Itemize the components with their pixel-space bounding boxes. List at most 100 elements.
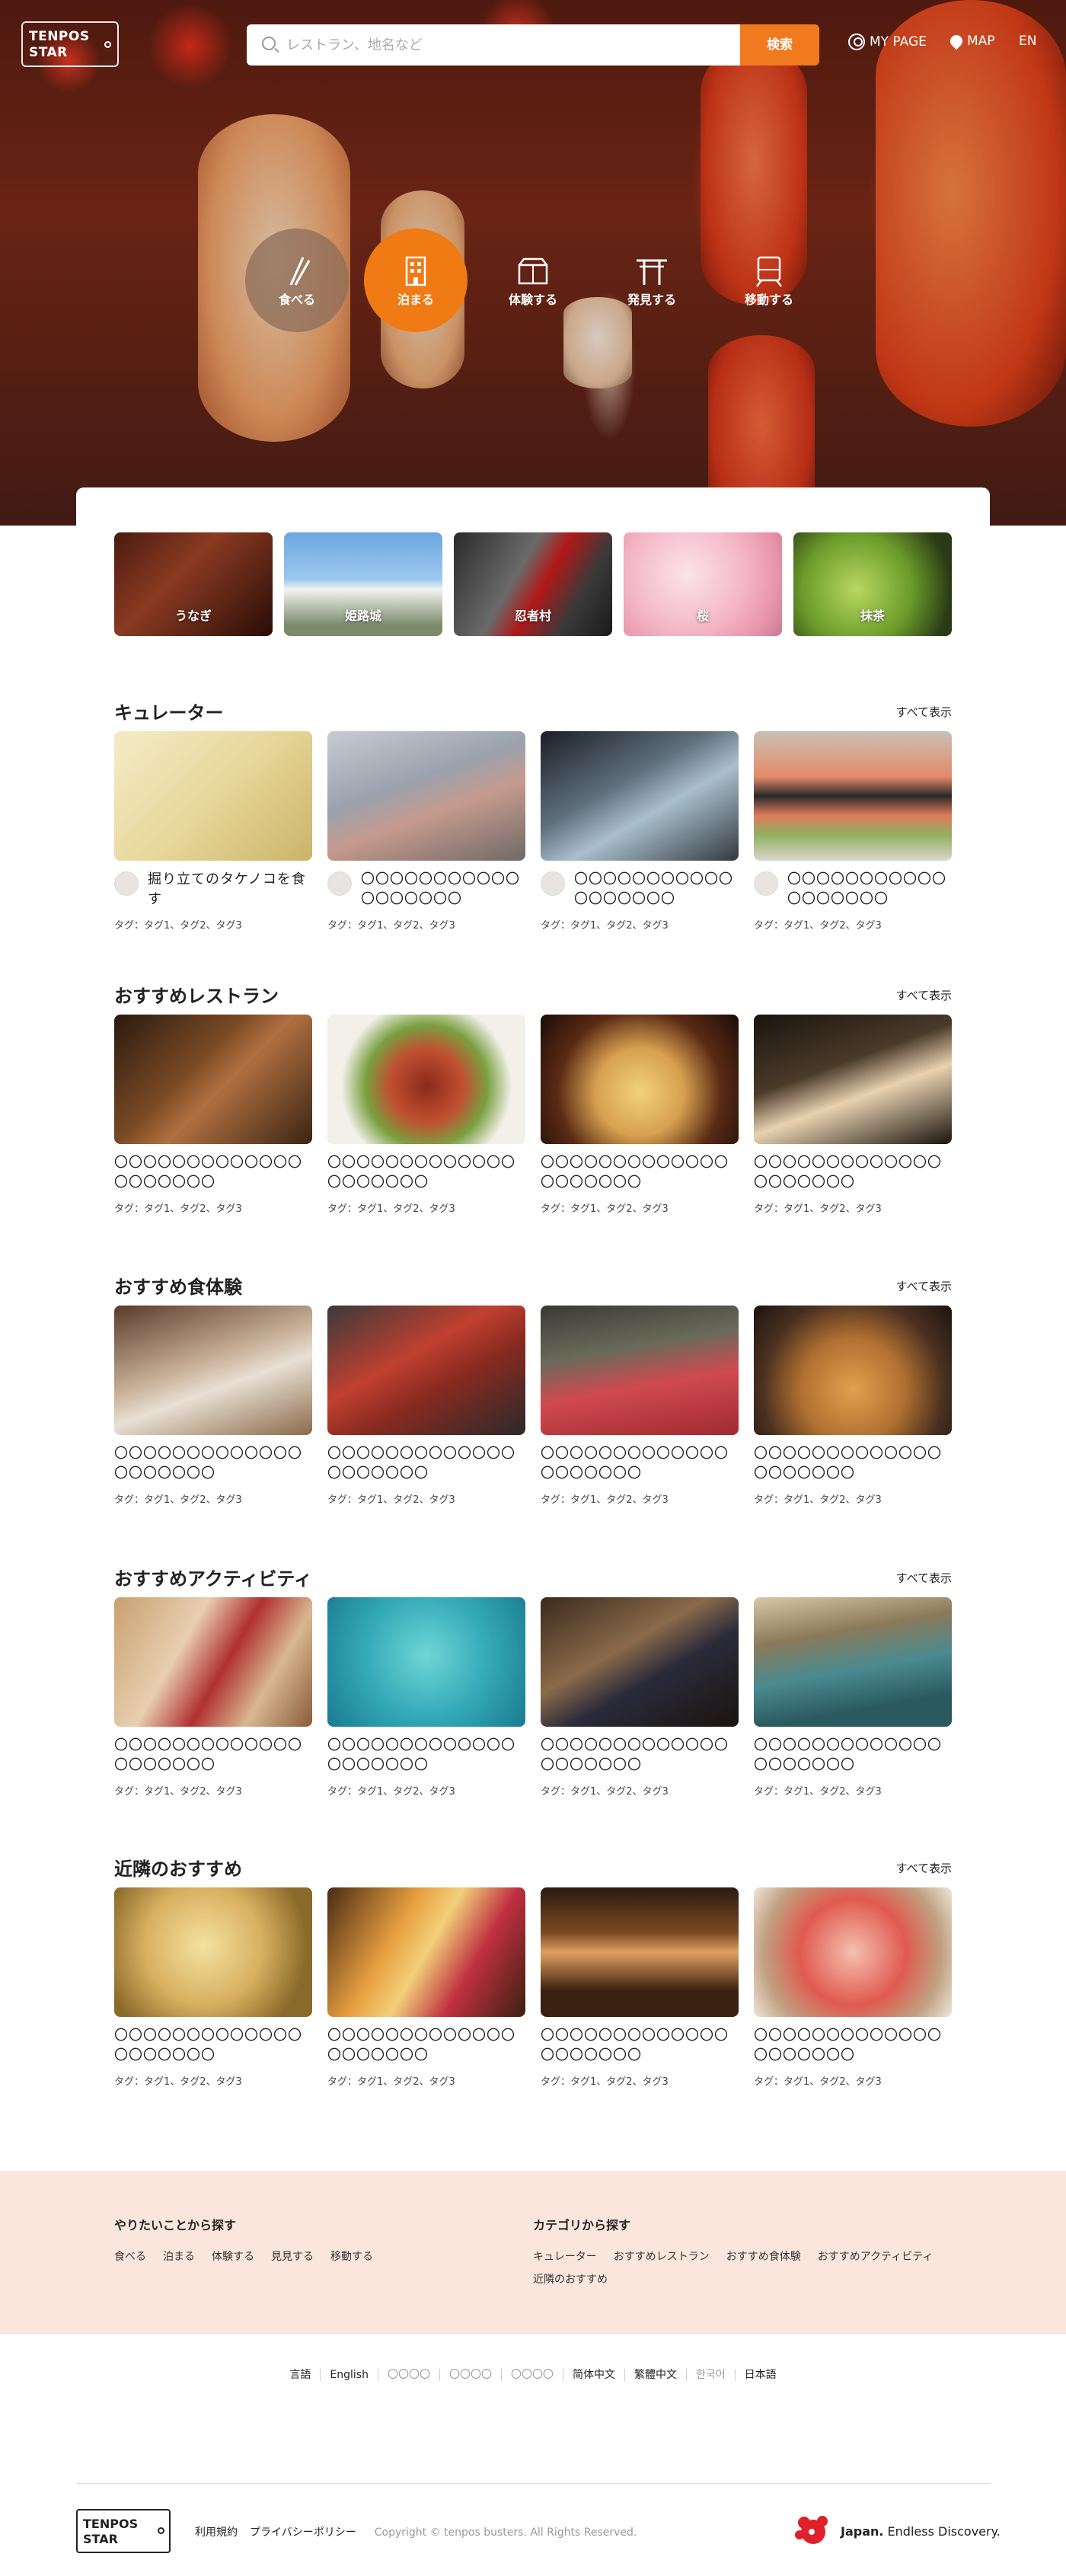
card-tags: タグ：タグ1、タグ2、タグ3 bbox=[541, 920, 669, 932]
category-discover-button[interactable]: 発見する bbox=[600, 229, 704, 332]
footer-logo[interactable]: TENPOS STAR bbox=[76, 2509, 171, 2553]
section-title: 近隣のおすすめ bbox=[114, 1858, 242, 1880]
torii-gate-icon bbox=[637, 259, 667, 285]
language-option[interactable]: 繁體中文 bbox=[624, 2369, 686, 2381]
card-image bbox=[541, 1306, 739, 1435]
footer-link[interactable]: 泊まる bbox=[163, 2251, 195, 2263]
language-option[interactable]: 简体中文 bbox=[562, 2369, 624, 2381]
footer-navigation: やりたいことから探す 食べる 泊まる 体験する 見見する 移動する カテゴリから探す キ… bbox=[0, 2171, 1066, 2334]
section-title: おすすめレストラン bbox=[114, 986, 279, 1007]
nearby-card[interactable]: 〇〇〇〇〇〇〇〇〇〇〇〇〇〇〇〇〇〇〇〇 タグ：タグ1、タグ2、タグ3 bbox=[754, 1887, 952, 2088]
see-all-link[interactable]: すべて表示 bbox=[896, 987, 952, 1003]
curator-avatar bbox=[754, 871, 778, 896]
hotel-building-icon bbox=[405, 256, 426, 286]
terms-link[interactable]: 利用規約 bbox=[195, 2526, 238, 2539]
card-image bbox=[114, 1306, 312, 1435]
nearby-card[interactable]: 〇〇〇〇〇〇〇〇〇〇〇〇〇〇〇〇〇〇〇〇 タグ：タグ1、タグ2、タグ3 bbox=[541, 1887, 739, 2088]
footer-link[interactable]: 見見する bbox=[271, 2251, 314, 2263]
card-tags: タグ：タグ1、タグ2、タグ3 bbox=[114, 2076, 242, 2088]
category-move-button[interactable]: 移動する bbox=[717, 229, 821, 332]
card-image bbox=[327, 1597, 525, 1727]
card-tags: タグ：タグ1、タグ2、タグ3 bbox=[327, 1203, 455, 1215]
activity-card[interactable]: 〇〇〇〇〇〇〇〇〇〇〇〇〇〇〇〇〇〇〇〇 タグ：タグ1、タグ2、タグ3 bbox=[754, 1597, 952, 1798]
card-tags: タグ：タグ1、タグ2、タグ3 bbox=[114, 920, 242, 932]
footer-link[interactable]: 移動する bbox=[330, 2251, 373, 2263]
footer-link[interactable]: おすすめレストラン bbox=[614, 2251, 710, 2263]
activity-card[interactable]: 〇〇〇〇〇〇〇〇〇〇〇〇〇〇〇〇〇〇〇〇 タグ：タグ1、タグ2、タグ3 bbox=[541, 1597, 739, 1798]
curator-avatar bbox=[327, 871, 352, 896]
see-all-link[interactable]: すべて表示 bbox=[896, 1860, 952, 1876]
footer-link[interactable]: キュレーター bbox=[533, 2251, 597, 2263]
card-image bbox=[541, 731, 739, 861]
restaurant-card[interactable]: 〇〇〇〇〇〇〇〇〇〇〇〇〇〇〇〇〇〇〇〇 タグ：タグ1、タグ2、タグ3 bbox=[114, 1015, 312, 1215]
category-stay-button[interactable]: 泊まる bbox=[364, 229, 468, 332]
card-image bbox=[754, 1887, 952, 2017]
experience-card[interactable]: 〇〇〇〇〇〇〇〇〇〇〇〇〇〇〇〇〇〇〇〇 タグ：タグ1、タグ2、タグ3 bbox=[754, 1306, 952, 1506]
curator-card[interactable]: 掘り立てのタケノコを食す タグ：タグ1、タグ2、タグ3 bbox=[114, 731, 312, 932]
footer-link[interactable]: 近隣のおすすめ bbox=[533, 2274, 608, 2286]
card-tags: タグ：タグ1、タグ2、タグ3 bbox=[754, 2076, 882, 2088]
footer-link[interactable]: 食べる bbox=[114, 2251, 146, 2263]
privacy-link[interactable]: プライバシーポリシー bbox=[250, 2526, 356, 2539]
activity-card[interactable]: 〇〇〇〇〇〇〇〇〇〇〇〇〇〇〇〇〇〇〇〇 タグ：タグ1、タグ2、タグ3 bbox=[114, 1597, 312, 1798]
feature-card[interactable]: 桜 bbox=[624, 532, 782, 636]
search-input[interactable] bbox=[286, 32, 728, 58]
footer-link[interactable]: おすすめ食体験 bbox=[726, 2251, 801, 2263]
language-selector: 言語 English 〇〇〇〇 〇〇〇〇 〇〇〇〇 简体中文 繁體中文 한국어 日本語 bbox=[0, 2369, 1066, 2381]
experience-card[interactable]: 〇〇〇〇〇〇〇〇〇〇〇〇〇〇〇〇〇〇〇〇 タグ：タグ1、タグ2、タグ3 bbox=[541, 1306, 739, 1506]
section-activities: おすすめアクティビティ すべて表示 〇〇〇〇〇〇〇〇〇〇〇〇〇〇〇〇〇〇〇〇 タ… bbox=[114, 1564, 952, 1807]
card-image bbox=[327, 1306, 525, 1435]
curator-card[interactable]: 〇〇〇〇〇〇〇〇〇〇〇〇〇〇〇〇〇〇 タグ：タグ1、タグ2、タグ3 bbox=[541, 731, 739, 932]
language-option[interactable]: 〇〇〇〇 bbox=[439, 2369, 501, 2381]
nearby-card[interactable]: 〇〇〇〇〇〇〇〇〇〇〇〇〇〇〇〇〇〇〇〇 タグ：タグ1、タグ2、タグ3 bbox=[114, 1887, 312, 2088]
curator-card[interactable]: 〇〇〇〇〇〇〇〇〇〇〇〇〇〇〇〇〇〇 タグ：タグ1、タグ2、タグ3 bbox=[327, 731, 525, 932]
language-switch[interactable]: EN bbox=[1019, 34, 1036, 49]
card-image bbox=[114, 1597, 312, 1727]
section-title: おすすめアクティビティ bbox=[114, 1568, 312, 1590]
restaurant-card[interactable]: 〇〇〇〇〇〇〇〇〇〇〇〇〇〇〇〇〇〇〇〇 タグ：タグ1、タグ2、タグ3 bbox=[541, 1015, 739, 1215]
category-experience-button[interactable]: 体験する bbox=[481, 229, 585, 332]
footer-link[interactable]: おすすめアクティビティ bbox=[818, 2251, 934, 2263]
card-tags: タグ：タグ1、タグ2、タグ3 bbox=[754, 920, 882, 932]
feature-card[interactable]: 姫路城 bbox=[284, 532, 442, 636]
feature-card[interactable]: うなぎ bbox=[114, 532, 273, 636]
train-icon bbox=[756, 256, 782, 287]
activity-card[interactable]: 〇〇〇〇〇〇〇〇〇〇〇〇〇〇〇〇〇〇〇〇 タグ：タグ1、タグ2、タグ3 bbox=[327, 1597, 525, 1798]
footer-link[interactable]: 体験する bbox=[212, 2251, 254, 2263]
site-logo[interactable]: TENPOS STAR bbox=[21, 21, 119, 67]
language-option[interactable]: 〇〇〇〇 bbox=[500, 2369, 563, 2381]
experience-box-icon bbox=[518, 257, 548, 285]
feature-card[interactable]: 抹茶 bbox=[793, 532, 952, 636]
card-tags: タグ：タグ1、タグ2、タグ3 bbox=[754, 1494, 882, 1506]
experience-card[interactable]: 〇〇〇〇〇〇〇〇〇〇〇〇〇〇〇〇〇〇〇〇 タグ：タグ1、タグ2、タグ3 bbox=[114, 1306, 312, 1506]
curator-card[interactable]: 〇〇〇〇〇〇〇〇〇〇〇〇〇〇〇〇〇〇 タグ：タグ1、タグ2、タグ3 bbox=[754, 731, 952, 932]
language-option[interactable]: 〇〇〇〇 bbox=[377, 2369, 439, 2381]
card-tags: タグ：タグ1、タグ2、タグ3 bbox=[327, 2076, 455, 2088]
card-tags: タグ：タグ1、タグ2、タグ3 bbox=[754, 1786, 882, 1798]
see-all-link[interactable]: すべて表示 bbox=[896, 1278, 952, 1294]
map-link[interactable]: MAP bbox=[947, 32, 995, 50]
experience-card[interactable]: 〇〇〇〇〇〇〇〇〇〇〇〇〇〇〇〇〇〇〇〇 タグ：タグ1、タグ2、タグ3 bbox=[327, 1306, 525, 1506]
restaurant-card[interactable]: 〇〇〇〇〇〇〇〇〇〇〇〇〇〇〇〇〇〇〇〇 タグ：タグ1、タグ2、タグ3 bbox=[754, 1015, 952, 1215]
language-label: 言語 bbox=[289, 2369, 311, 2381]
mypage-link[interactable]: MY PAGE bbox=[848, 34, 927, 50]
search-button[interactable]: 検索 bbox=[740, 24, 819, 66]
japan-blossom-icon bbox=[795, 2516, 828, 2544]
card-image bbox=[327, 731, 525, 861]
card-tags: タグ：タグ1、タグ2、タグ3 bbox=[541, 2076, 669, 2088]
copyright-text: Copyright © tenpos busters. All Rights R… bbox=[374, 2526, 637, 2539]
section-title: キュレーター bbox=[114, 702, 224, 724]
restaurant-card[interactable]: 〇〇〇〇〇〇〇〇〇〇〇〇〇〇〇〇〇〇〇〇 タグ：タグ1、タグ2、タグ3 bbox=[327, 1015, 525, 1215]
see-all-link[interactable]: すべて表示 bbox=[896, 704, 952, 720]
category-eat-button[interactable]: 食べる bbox=[245, 229, 349, 332]
card-image bbox=[754, 731, 952, 861]
nearby-card[interactable]: 〇〇〇〇〇〇〇〇〇〇〇〇〇〇〇〇〇〇〇〇 タグ：タグ1、タグ2、タグ3 bbox=[327, 1887, 525, 2088]
see-all-link[interactable]: すべて表示 bbox=[896, 1570, 952, 1586]
language-option[interactable]: 한국어 bbox=[685, 2369, 735, 2381]
language-option[interactable]: 日本語 bbox=[734, 2369, 786, 2381]
language-option[interactable]: English bbox=[320, 2369, 378, 2381]
footer-divider bbox=[76, 2483, 990, 2484]
feature-card[interactable]: 忍者村 bbox=[454, 532, 612, 636]
featured-topics: うなぎ 姫路城 忍者村 桜 抹茶 bbox=[114, 532, 952, 636]
map-pin-icon bbox=[947, 32, 965, 50]
